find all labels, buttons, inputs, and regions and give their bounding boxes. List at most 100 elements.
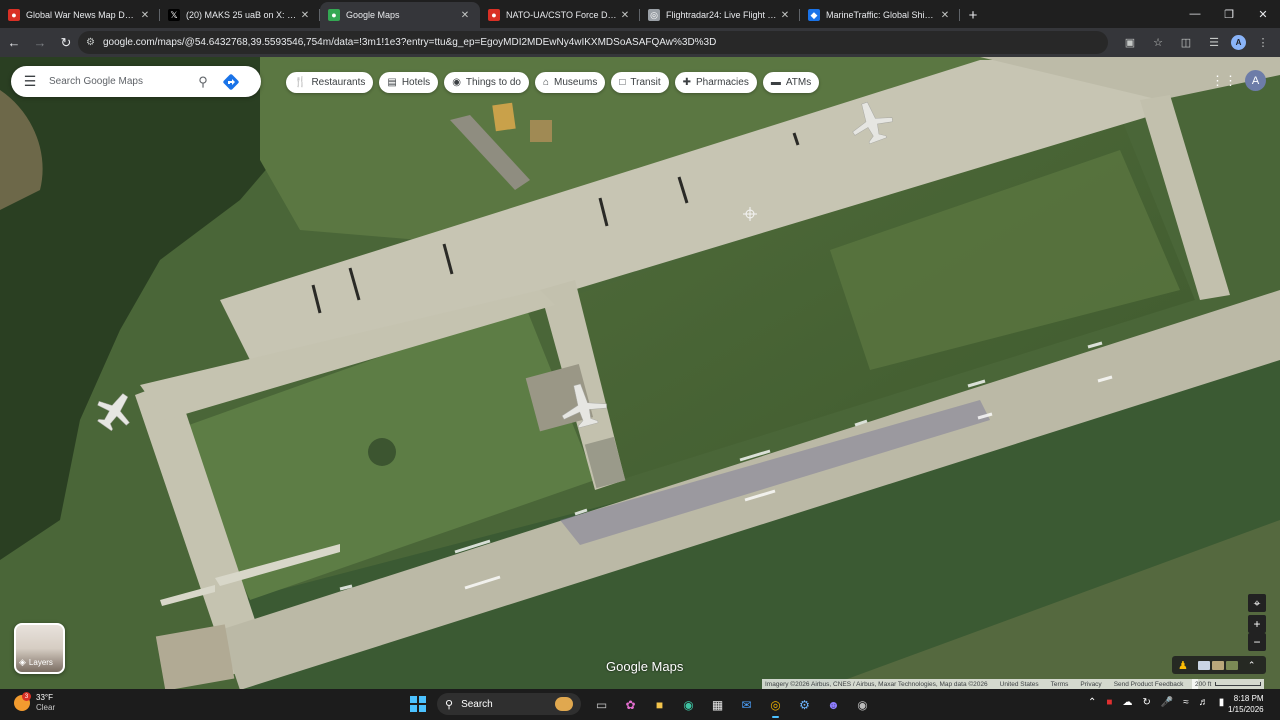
cast-icon[interactable]: ▣ — [1119, 31, 1141, 53]
new-tab-button[interactable]: + — [960, 2, 986, 28]
window-controls: — ❐ ✕ — [1178, 0, 1280, 28]
scale-bar[interactable]: 200 ft — [1192, 679, 1265, 689]
chip-things-to-do[interactable]: ◉ Things to do — [444, 72, 529, 93]
taskbar-search[interactable]: ⚲ Search — [437, 693, 581, 715]
browser-tab[interactable]: ● Google Maps ✕ — [320, 2, 480, 28]
start-button[interactable] — [410, 696, 426, 712]
taskbar-apps: ▭ ✿ ■ ◉ ▦ ✉ ◎ ⚙ ☻ ◉ — [590, 693, 880, 718]
chip-atms[interactable]: ▬ ATMs — [762, 72, 820, 93]
store-icon[interactable]: ▦ — [706, 693, 729, 716]
footer-link-privacy[interactable]: Privacy — [1080, 681, 1101, 688]
profile-avatar[interactable]: A — [1231, 34, 1246, 50]
wifi-icon[interactable]: ≈ — [1183, 697, 1189, 708]
tray-app-icon[interactable]: ■ — [1106, 697, 1112, 708]
tray-overflow-icon[interactable]: ⌃ — [1088, 697, 1096, 708]
expand-chevron-icon[interactable]: ⌃ — [1248, 660, 1256, 671]
browser-tab[interactable]: 𝕏 (20) MAKS 25 uaВ on X: "В ... ✕ — [160, 2, 320, 28]
weather-temperature: 33°F — [36, 693, 53, 702]
atm-icon: ▬ — [770, 77, 781, 88]
close-tab-icon[interactable]: ✕ — [618, 10, 632, 21]
chrome-icon[interactable]: ◎ — [764, 693, 787, 718]
system-clock[interactable]: 8:18 PM 1/15/2026 — [1228, 693, 1264, 715]
zoom-out-button[interactable]: − — [1248, 633, 1266, 651]
media-icon[interactable]: ☰ — [1203, 31, 1225, 53]
sidepanel-icon[interactable]: ◫ — [1175, 31, 1197, 53]
maps-pin-icon: ● — [8, 9, 20, 21]
chip-restaurants[interactable]: 🍴 Restaurants — [286, 72, 374, 93]
maximize-button[interactable]: ❐ — [1212, 0, 1246, 28]
my-location-icon[interactable]: ⌖ — [1248, 594, 1266, 612]
browser-tab[interactable]: ● Global War News Map Day 142✕ — [0, 2, 160, 28]
mail-icon[interactable]: ✉ — [735, 693, 758, 716]
pegman-icon[interactable]: ♟ — [1178, 659, 1188, 672]
chip-transit[interactable]: □ Transit — [611, 72, 669, 93]
address-bar[interactable]: ⚙ google.com/maps/@54.6432768,39.5593546… — [78, 31, 1108, 54]
browser-tab[interactable]: ◆ MarineTraffic: Global Ship Track...✕ — [800, 2, 960, 28]
layers-label: ◈ Layers — [19, 657, 53, 668]
forward-button[interactable]: → — [28, 31, 52, 55]
x-logo-icon: 𝕏 — [168, 9, 180, 21]
google-maps-logo: Google Maps — [606, 659, 684, 674]
google-apps-grid-icon[interactable]: ⋮⋮ — [1211, 73, 1237, 89]
directions-icon[interactable] — [221, 72, 241, 92]
satellite-imagery — [0, 57, 1280, 689]
zoom-in-button[interactable]: + — [1248, 615, 1266, 633]
chip-museums[interactable]: ⌂ Museums — [534, 72, 606, 93]
copilot-icon[interactable]: ✿ — [619, 693, 642, 716]
close-window-button[interactable]: ✕ — [1246, 0, 1280, 28]
file-explorer-icon[interactable]: ■ — [648, 693, 671, 716]
bookmark-star-icon[interactable]: ☆ — [1147, 31, 1169, 53]
weather-badge: 3 — [22, 692, 31, 701]
url-text[interactable]: google.com/maps/@54.6432768,39.5593546,7… — [103, 37, 716, 48]
hamburger-menu-icon[interactable]: ☰ — [11, 73, 49, 90]
search-input[interactable] — [49, 76, 189, 87]
street-view-bar: ♟ ⌃ — [1172, 656, 1266, 674]
more-menu-icon[interactable]: ⋮ — [1252, 31, 1274, 53]
footer-link-feedback[interactable]: Send Product Feedback — [1114, 681, 1184, 688]
discord-icon[interactable]: ☻ — [822, 693, 845, 716]
github-icon[interactable]: ◉ — [851, 693, 874, 716]
back-button[interactable]: ← — [2, 31, 26, 55]
close-tab-icon[interactable]: ✕ — [938, 10, 952, 21]
satellite-map-canvas[interactable] — [0, 57, 1280, 689]
footer-link-terms[interactable]: Terms — [1051, 681, 1069, 688]
footer-link-region[interactable]: United States — [1000, 681, 1039, 688]
chip-label: Transit — [630, 77, 661, 88]
category-chips: 🍴 Restaurants ▤ Hotels ◉ Things to do ⌂ Museums… — [286, 72, 825, 93]
layers-text: Layers — [28, 658, 53, 667]
browser-tab[interactable]: ● NATO-UA/CSTO Force Disposit...✕ — [480, 2, 640, 28]
battery-icon[interactable]: ▮ — [1219, 697, 1225, 708]
layers-button[interactable]: ◈ Layers — [14, 623, 65, 674]
microphone-icon[interactable]: 🎤 — [1161, 697, 1173, 708]
layers-icon: ◈ — [19, 657, 26, 667]
site-info-icon[interactable]: ⚙ — [86, 37, 95, 48]
weather-widget[interactable]: 3 33°F Clear — [14, 692, 55, 713]
fork-knife-icon: 🍴 — [294, 77, 307, 88]
tray-sync-icon[interactable]: ↻ — [1142, 697, 1150, 708]
task-view-icon[interactable]: ▭ — [590, 693, 613, 716]
tab-title: Flightradar24: Live Flight Track... — [666, 10, 778, 20]
chip-pharmacies[interactable]: ✚ Pharmacies — [674, 72, 757, 93]
imagery-thumb-2[interactable] — [1211, 660, 1224, 670]
close-tab-icon[interactable]: ✕ — [138, 10, 152, 21]
imagery-thumb-3[interactable] — [1225, 660, 1238, 670]
tab-title: Google Maps — [346, 10, 400, 20]
edge-browser-icon[interactable]: ◉ — [677, 693, 700, 716]
reload-button[interactable]: ↻ — [54, 31, 78, 55]
tab-title: Global War News Map Day 142 — [26, 10, 138, 20]
chip-hotels[interactable]: ▤ Hotels — [379, 72, 439, 93]
minimize-button[interactable]: — — [1178, 0, 1212, 28]
tray-cloud-icon[interactable]: ☁ — [1122, 697, 1132, 708]
imagery-thumb-1[interactable] — [1197, 660, 1210, 670]
close-tab-icon[interactable]: ✕ — [778, 10, 792, 21]
search-icon[interactable]: ⚲ — [189, 74, 217, 90]
settings-app-icon[interactable]: ⚙ — [793, 693, 816, 716]
windows-taskbar: 3 33°F Clear ⚲ Search ▭ ✿ ■ ◉ ▦ ✉ ◎ ⚙ ☻ … — [0, 689, 1280, 720]
account-avatar[interactable]: A — [1245, 70, 1266, 91]
taskbar-search-label: Search — [461, 698, 493, 710]
close-tab-icon[interactable]: ✕ — [458, 10, 472, 21]
volume-icon[interactable]: ♬ — [1199, 697, 1209, 708]
close-tab-icon[interactable]: ✕ — [298, 10, 312, 21]
chip-label: Pharmacies — [696, 77, 749, 88]
browser-tab[interactable]: ◎ Flightradar24: Live Flight Track...✕ — [640, 2, 800, 28]
